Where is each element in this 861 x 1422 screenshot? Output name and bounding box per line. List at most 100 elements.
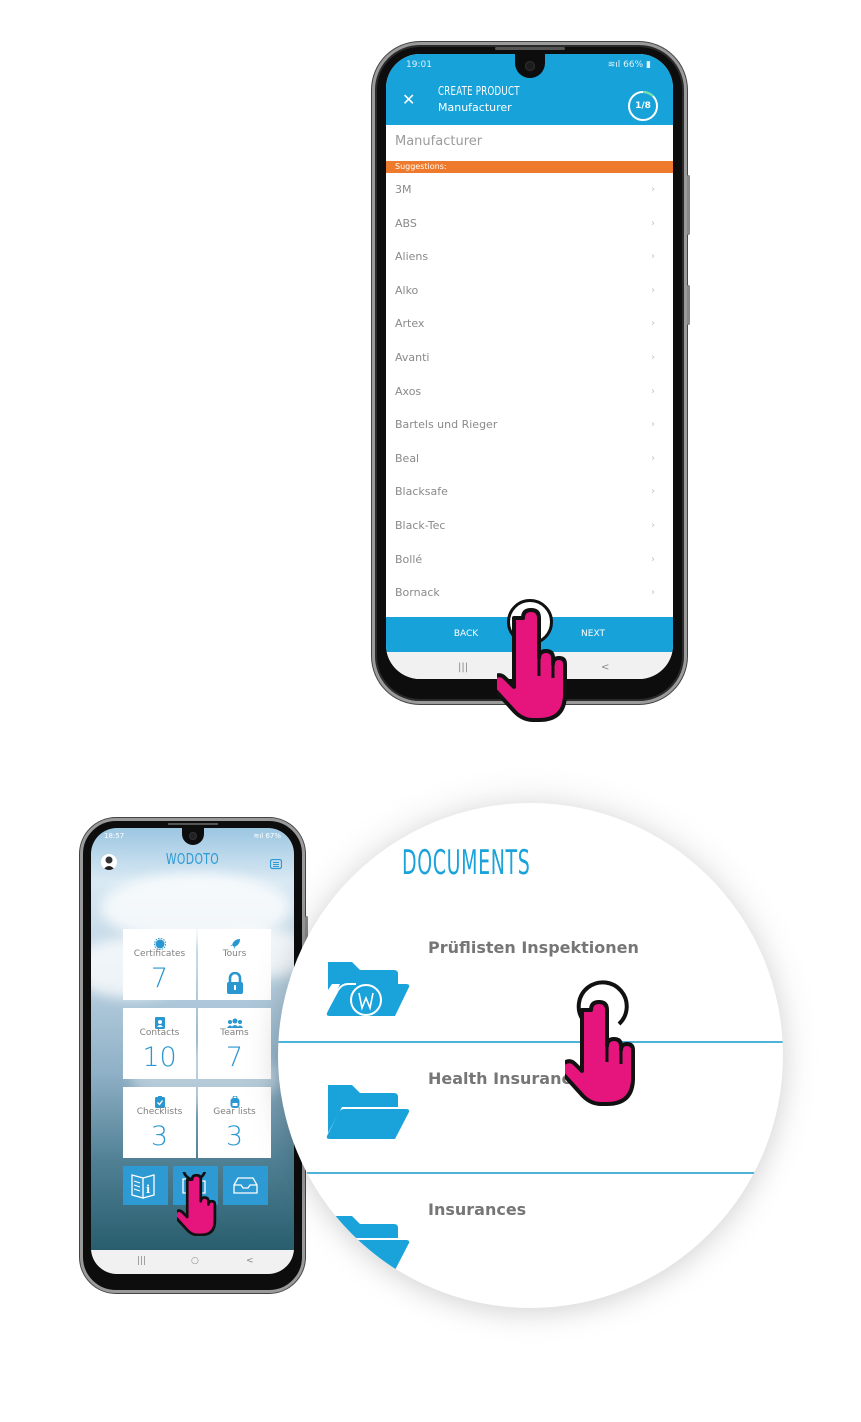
create-product-screen: 19:01 ≋ıl 66% ▮ ✕ CREATE PRODUCT Manufac… — [386, 54, 673, 679]
phone-speaker — [494, 47, 565, 50]
tile-label: Gear lists — [213, 1107, 256, 1117]
documents-zoom-view: DOCUMENTS Prüflisten Inspektionen Health … — [278, 803, 783, 1308]
tile-count: 7 — [150, 963, 169, 994]
chevron-right-icon: › — [651, 587, 655, 599]
clipboard-check-icon — [123, 1093, 196, 1108]
manufacturer-list: 3M › ABS › Aliens › Alko › Artex › Avanti › Axos › Bar… — [386, 173, 673, 610]
tile-gear-lists[interactable]: Gear lists 3 — [198, 1087, 271, 1158]
user-avatar[interactable] — [101, 854, 117, 870]
chevron-right-icon: › — [651, 351, 655, 363]
manufacturer-input[interactable] — [386, 125, 673, 159]
close-icon[interactable]: ✕ — [402, 92, 415, 108]
manufacturer-name: ABS — [395, 216, 417, 230]
nav-back-button[interactable]: < — [601, 662, 609, 673]
rocket-icon — [198, 935, 271, 949]
manufacturer-list-item[interactable]: Blacksafe › — [386, 475, 673, 509]
document-folder-row[interactable]: Prüflisten Inspektionen — [278, 938, 783, 1069]
folder-w-logo-icon — [323, 958, 410, 1022]
wizard-footer: BACK NEXT — [386, 599, 673, 652]
folder-open-icon — [324, 1212, 410, 1276]
tile-count: 7 — [225, 1042, 244, 1073]
chevron-right-icon: › — [651, 318, 655, 330]
voice-input-button[interactable] — [506, 599, 553, 645]
tile-locked — [198, 969, 271, 1003]
contact-card-icon — [123, 1014, 196, 1029]
manufacturer-name: Axos — [395, 384, 422, 398]
list-divider — [278, 1041, 783, 1043]
manufacturer-name: Blacksafe — [395, 485, 448, 499]
avatar-person-icon — [103, 856, 115, 870]
badge-icon — [123, 935, 196, 951]
microphone-icon — [521, 611, 538, 633]
inbox-tray-icon — [233, 1177, 258, 1194]
recent-apps-button[interactable]: ||| — [458, 662, 468, 673]
phone-speaker — [167, 823, 218, 825]
manufacturer-name: Bollé — [395, 552, 423, 566]
manufacturer-list-item[interactable]: 3M › — [386, 173, 673, 207]
manufacturer-list-item[interactable]: Axos › — [386, 375, 673, 409]
nav-back-button[interactable]: < — [246, 1256, 254, 1266]
document-folder-name: Health Insurance — [428, 1069, 582, 1088]
tile-label: Tours — [222, 949, 247, 959]
battery-level: 67% — [265, 832, 281, 840]
wifi-signal-icon: ≋ıl — [607, 60, 624, 70]
phone-power-button — [687, 285, 690, 325]
page-subtitle: Manufacturer — [438, 101, 512, 114]
manufacturer-name: Black-Tec — [395, 518, 446, 532]
chevron-right-icon: › — [651, 184, 655, 195]
chevron-right-icon: › — [651, 519, 655, 531]
documents-button[interactable] — [173, 1166, 218, 1205]
manufacturer-name: Avanti — [395, 350, 430, 364]
front-camera — [524, 61, 535, 71]
dashboard-screen: 18:57 ≋ıl 67% WODOTO Certificates 7 Tours C… — [91, 828, 294, 1274]
step-progress-indicator: 1/8 — [627, 90, 659, 122]
manufacturer-list-item[interactable]: Beal › — [386, 442, 673, 476]
manufacturer-list-item[interactable]: Bartels und Rieger › — [386, 408, 673, 442]
recent-apps-button[interactable]: ||| — [137, 1256, 146, 1266]
manufacturer-name: Aliens — [395, 250, 429, 264]
manufacturer-list-item[interactable]: Alko › — [386, 274, 673, 308]
next-button[interactable]: NEXT — [558, 617, 628, 652]
document-folder-name: Prüflisten Inspektionen — [428, 938, 639, 957]
lock-icon — [226, 971, 243, 994]
suggestions-header: Suggestions: — [386, 161, 673, 173]
chevron-right-icon: › — [651, 385, 655, 397]
tile-checklists[interactable]: Checklists 3 — [123, 1087, 196, 1158]
tile-count: 3 — [225, 1121, 244, 1152]
phone-volume-button — [687, 175, 690, 235]
inbox-button[interactable] — [223, 1166, 268, 1205]
manufacturer-list-item[interactable]: Black-Tec › — [386, 509, 673, 543]
tile-certificates[interactable]: Certificates 7 — [123, 929, 196, 1000]
manufacturer-name: Alko — [395, 283, 419, 297]
document-folder-row[interactable]: Health Insurance — [278, 1069, 783, 1200]
manufacturer-list-item[interactable]: Artex › — [386, 307, 673, 341]
folder-icon — [182, 1178, 206, 1194]
tile-tours[interactable]: Tours — [198, 929, 271, 1000]
tile-count: 3 — [150, 1121, 169, 1152]
manufacturer-list-item[interactable]: Aliens › — [386, 240, 673, 274]
manufacturer-list-item[interactable]: Bollé › — [386, 543, 673, 577]
manufacturer-name: Beal — [395, 451, 420, 465]
chat-icon[interactable] — [269, 856, 283, 875]
tile-label: Checklists — [136, 1107, 183, 1117]
camera-notch — [181, 828, 204, 845]
manufacturer-list-item[interactable]: ABS › — [386, 207, 673, 241]
manual-info-button[interactable]: i — [123, 1166, 168, 1205]
document-folder-row[interactable]: Insurances — [278, 1200, 783, 1308]
back-button[interactable]: BACK — [431, 617, 501, 652]
home-button[interactable]: ○ — [191, 1256, 199, 1266]
chevron-right-icon: › — [651, 251, 655, 263]
tile-teams[interactable]: Teams 7 — [198, 1008, 271, 1079]
tile-label: Contacts — [139, 1028, 180, 1038]
chevron-right-icon: › — [651, 452, 655, 464]
documents-title: DOCUMENTS — [402, 843, 531, 883]
tile-contacts[interactable]: Contacts 10 — [123, 1008, 196, 1079]
tile-label: Certificates — [133, 949, 186, 959]
users-icon — [198, 1014, 271, 1028]
status-time: 18:57 — [104, 832, 125, 840]
step-progress-label: 1/8 — [635, 101, 651, 111]
app-header: 19:01 ≋ıl 66% ▮ ✕ CREATE PRODUCT Manufac… — [386, 54, 673, 125]
manufacturer-list-item[interactable]: Avanti › — [386, 341, 673, 375]
chevron-right-icon: › — [651, 553, 655, 565]
svg-text:i: i — [146, 1183, 150, 1196]
